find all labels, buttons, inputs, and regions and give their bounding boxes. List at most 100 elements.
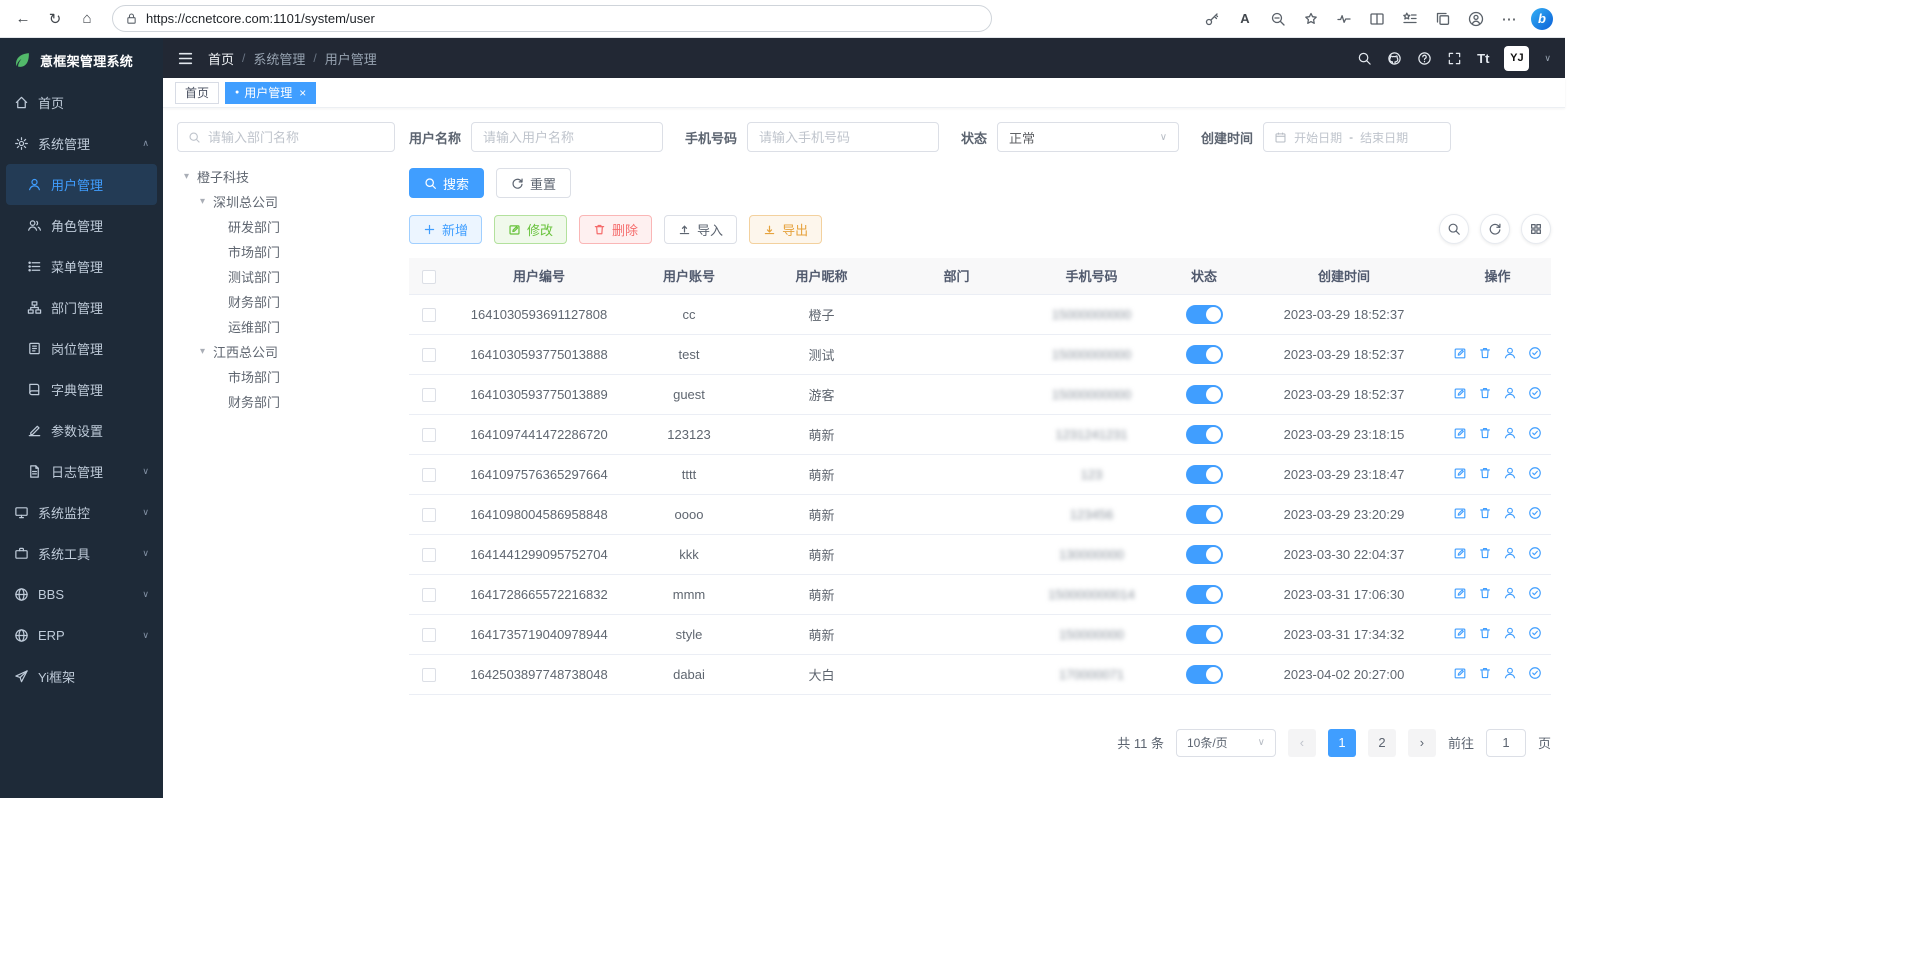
favorites-bar-icon[interactable]	[1395, 4, 1425, 34]
row-reset-password-icon[interactable]	[1503, 466, 1517, 480]
row-assign-role-icon[interactable]	[1528, 386, 1542, 400]
collections-icon[interactable]	[1428, 4, 1458, 34]
row-assign-role-icon[interactable]	[1528, 466, 1542, 480]
help-icon[interactable]	[1417, 51, 1432, 66]
tree-node[interactable]: 市场部门	[177, 364, 395, 389]
search-icon[interactable]	[1357, 51, 1372, 66]
tree-node[interactable]: ▾江西总公司	[177, 339, 395, 364]
row-assign-role-icon[interactable]	[1528, 666, 1542, 680]
row-assign-role-icon[interactable]	[1528, 506, 1542, 520]
tree-node[interactable]: 财务部门	[177, 289, 395, 314]
row-assign-role-icon[interactable]	[1528, 546, 1542, 560]
menu-fold-icon[interactable]	[177, 50, 194, 67]
dept-search-input[interactable]	[208, 130, 384, 145]
row-delete-icon[interactable]	[1478, 346, 1492, 360]
status-toggle[interactable]	[1186, 585, 1223, 604]
row-edit-icon[interactable]	[1453, 426, 1467, 440]
tab-home[interactable]: 首页	[175, 82, 219, 104]
prev-page-button[interactable]: ‹	[1288, 729, 1316, 757]
row-checkbox[interactable]	[422, 548, 436, 562]
sidebar-item-system-monitor[interactable]: 系统监控 ∨	[0, 492, 163, 533]
table-search-toggle-button[interactable]	[1439, 214, 1469, 244]
chevron-down-icon[interactable]: ∨	[1544, 53, 1551, 64]
tree-node[interactable]: 研发部门	[177, 214, 395, 239]
delete-button[interactable]: 删除	[579, 215, 652, 244]
import-button[interactable]: 导入	[664, 215, 737, 244]
row-checkbox[interactable]	[422, 508, 436, 522]
status-toggle[interactable]	[1186, 665, 1223, 684]
row-edit-icon[interactable]	[1453, 466, 1467, 480]
add-button[interactable]: 新增	[409, 215, 482, 244]
row-delete-icon[interactable]	[1478, 546, 1492, 560]
row-assign-role-icon[interactable]	[1528, 346, 1542, 360]
row-edit-icon[interactable]	[1453, 386, 1467, 400]
password-key-icon[interactable]	[1197, 4, 1227, 34]
row-edit-icon[interactable]	[1453, 626, 1467, 640]
back-button[interactable]: ←	[8, 4, 38, 34]
row-reset-password-icon[interactable]	[1503, 506, 1517, 520]
github-icon[interactable]	[1387, 51, 1402, 66]
row-reset-password-icon[interactable]	[1503, 626, 1517, 640]
row-reset-password-icon[interactable]	[1503, 346, 1517, 360]
row-checkbox[interactable]	[422, 348, 436, 362]
created-date-range[interactable]: 开始日期 - 结束日期	[1263, 122, 1451, 152]
row-reset-password-icon[interactable]	[1503, 586, 1517, 600]
breadcrumb-item[interactable]: 系统管理	[253, 49, 305, 68]
search-button[interactable]: 搜索	[409, 168, 484, 198]
reset-button[interactable]: 重置	[496, 168, 571, 198]
username-input[interactable]	[471, 122, 663, 152]
row-assign-role-icon[interactable]	[1528, 426, 1542, 440]
goto-page-input[interactable]	[1486, 729, 1526, 757]
sidebar-item-post-mgmt[interactable]: 岗位管理	[0, 328, 163, 369]
row-edit-icon[interactable]	[1453, 586, 1467, 600]
status-toggle[interactable]	[1186, 625, 1223, 644]
sidebar-item-log-mgmt[interactable]: 日志管理 ∨	[0, 451, 163, 492]
export-button[interactable]: 导出	[749, 215, 822, 244]
status-toggle[interactable]	[1186, 385, 1223, 404]
sidebar-item-bbs[interactable]: BBS ∨	[0, 574, 163, 615]
tree-node[interactable]: ▾深圳总公司	[177, 189, 395, 214]
next-page-button[interactable]: ›	[1408, 729, 1436, 757]
status-toggle[interactable]	[1186, 465, 1223, 484]
phone-input[interactable]	[747, 122, 939, 152]
row-checkbox[interactable]	[422, 668, 436, 682]
sidebar-item-dept-mgmt[interactable]: 部门管理	[0, 287, 163, 328]
sidebar-item-role-mgmt[interactable]: 角色管理	[0, 205, 163, 246]
page-1-button[interactable]: 1	[1328, 729, 1356, 757]
copilot-icon[interactable]: b	[1527, 4, 1557, 34]
sidebar-item-menu-mgmt[interactable]: 菜单管理	[0, 246, 163, 287]
row-checkbox[interactable]	[422, 588, 436, 602]
status-toggle[interactable]	[1186, 425, 1223, 444]
row-delete-icon[interactable]	[1478, 586, 1492, 600]
page-size-select[interactable]: 10条/页 ∨	[1176, 729, 1276, 757]
more-menu-icon[interactable]: ⋯	[1494, 4, 1524, 34]
row-edit-icon[interactable]	[1453, 546, 1467, 560]
row-delete-icon[interactable]	[1478, 466, 1492, 480]
tree-node[interactable]: 市场部门	[177, 239, 395, 264]
select-all-checkbox[interactable]	[422, 270, 436, 284]
status-toggle[interactable]	[1186, 345, 1223, 364]
row-reset-password-icon[interactable]	[1503, 426, 1517, 440]
breadcrumb-item[interactable]: 用户管理	[325, 49, 377, 68]
zoom-out-icon[interactable]	[1263, 4, 1293, 34]
status-toggle[interactable]	[1186, 305, 1223, 324]
read-aloud-icon[interactable]: A	[1230, 4, 1260, 34]
close-icon[interactable]: ×	[299, 86, 306, 100]
tree-node[interactable]: 测试部门	[177, 264, 395, 289]
user-avatar[interactable]: YJ	[1504, 46, 1529, 71]
sidebar-item-home[interactable]: 首页	[0, 82, 163, 123]
browser-home-button[interactable]: ⌂	[72, 4, 102, 34]
fullscreen-icon[interactable]	[1447, 51, 1462, 66]
status-select[interactable]: 正常 ∨	[997, 122, 1179, 152]
sidebar-item-user-mgmt[interactable]: 用户管理	[6, 164, 157, 205]
row-assign-role-icon[interactable]	[1528, 586, 1542, 600]
row-assign-role-icon[interactable]	[1528, 626, 1542, 640]
row-checkbox[interactable]	[422, 428, 436, 442]
browser-essentials-icon[interactable]	[1329, 4, 1359, 34]
row-delete-icon[interactable]	[1478, 386, 1492, 400]
row-checkbox[interactable]	[422, 628, 436, 642]
tree-node[interactable]: ▾橙子科技	[177, 164, 395, 189]
tree-node[interactable]: 财务部门	[177, 389, 395, 414]
sidebar-item-erp[interactable]: ERP ∨	[0, 615, 163, 656]
sidebar-item-dict-mgmt[interactable]: 字典管理	[0, 369, 163, 410]
